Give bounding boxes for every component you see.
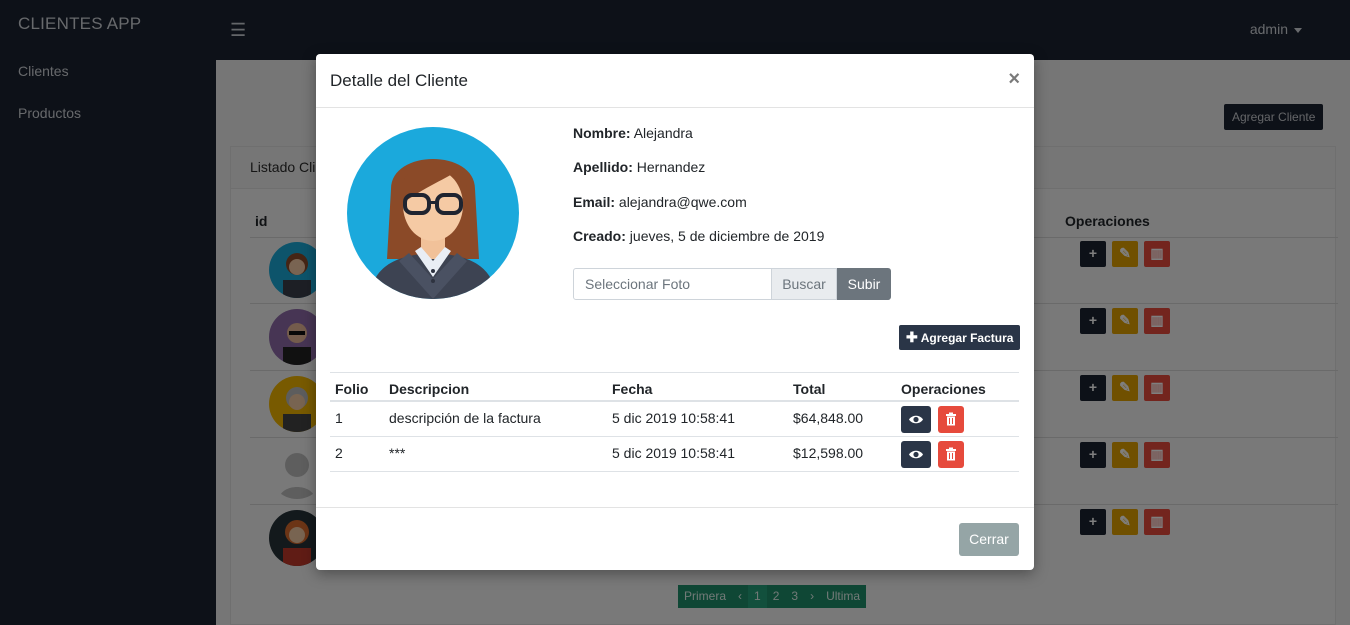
field-value: Hernandez — [636, 159, 706, 175]
close-icon[interactable]: × — [1008, 68, 1020, 91]
field-value: alejandra@qwe.com — [618, 194, 747, 210]
field-apellido: Apellido: Hernandez — [573, 159, 705, 175]
table-row: 2 *** 5 dic 2019 10:58:41 $12,598.00 — [330, 437, 1019, 472]
column-header-date: Fecha — [612, 381, 653, 397]
eye-icon — [909, 415, 923, 424]
column-header-folio: Folio — [335, 381, 369, 397]
browse-button[interactable]: Buscar — [772, 268, 837, 300]
column-header-description: Descripcion — [389, 381, 470, 397]
modal-title: Detalle del Cliente — [330, 71, 468, 90]
photo-upload-group: Seleccionar Foto Buscar Subir — [573, 268, 891, 300]
client-detail-modal: Detalle del Cliente × Nombre: Alejandra … — [316, 54, 1034, 570]
invoice-date: 5 dic 2019 10:58:41 — [612, 445, 735, 461]
close-button[interactable]: Cerrar — [959, 523, 1019, 556]
delete-invoice-button[interactable] — [938, 406, 964, 433]
delete-invoice-button[interactable] — [938, 441, 964, 468]
table-row: 1 descripción de la factura 5 dic 2019 1… — [330, 402, 1019, 437]
invoice-description: descripción de la factura — [389, 410, 541, 426]
photo-file-input[interactable]: Seleccionar Foto — [573, 268, 772, 300]
field-label: Apellido: — [573, 159, 633, 175]
field-email: Email: alejandra@qwe.com — [573, 194, 747, 210]
field-label: Nombre: — [573, 125, 631, 141]
field-nombre: Nombre: Alejandra — [573, 125, 693, 141]
view-invoice-button[interactable] — [901, 406, 931, 433]
invoice-description: *** — [389, 445, 406, 461]
field-creado: Creado: jueves, 5 de diciembre de 2019 — [573, 228, 824, 244]
upload-button[interactable]: Subir — [837, 268, 891, 300]
field-value: jueves, 5 de diciembre de 2019 — [629, 228, 825, 244]
eye-icon — [909, 450, 923, 459]
invoice-date: 5 dic 2019 10:58:41 — [612, 410, 735, 426]
trash-icon — [946, 447, 956, 461]
invoice-total: $12,598.00 — [793, 445, 864, 461]
add-invoice-button[interactable]: ✚ Agregar Factura — [899, 325, 1021, 350]
invoice-total: $64,848.00 — [793, 410, 864, 426]
field-label: Creado: — [573, 228, 626, 244]
column-header-operations: Operaciones — [901, 381, 986, 397]
field-value: Alejandra — [633, 125, 693, 141]
modal-footer: Cerrar — [316, 507, 1034, 570]
modal-header: Detalle del Cliente × — [316, 54, 1034, 108]
add-invoice-label: Agregar Factura — [920, 331, 1014, 345]
invoice-folio: 1 — [335, 410, 343, 426]
field-label: Email: — [573, 194, 616, 210]
plus-icon: ✚ — [906, 329, 918, 345]
invoice-folio: 2 — [335, 445, 343, 461]
client-photo — [347, 127, 519, 299]
column-header-total: Total — [793, 381, 826, 397]
view-invoice-button[interactable] — [901, 441, 931, 468]
table-header-row: Folio Descripcion Fecha Total Operacione… — [330, 372, 1019, 402]
trash-icon — [946, 412, 956, 426]
